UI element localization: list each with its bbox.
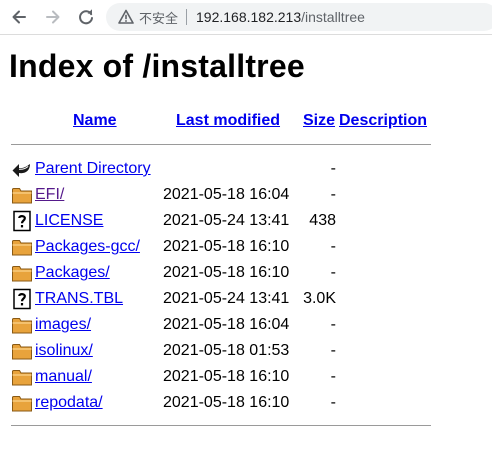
- entry-last-modified: 2021-05-18 16:04: [163, 186, 290, 203]
- entry-size: -: [330, 160, 336, 177]
- security-label[interactable]: 不安全: [139, 8, 178, 27]
- entry-link[interactable]: EFI/: [35, 185, 64, 205]
- entry-last-modified: 2021-05-18 16:10: [163, 368, 290, 385]
- forward-button[interactable]: [41, 5, 65, 29]
- entry-link[interactable]: repodata/: [35, 393, 103, 413]
- warning-icon[interactable]: [118, 9, 134, 25]
- folder-icon[interactable]: [11, 392, 33, 414]
- entry-last-modified: 2021-05-24 13:41: [163, 290, 290, 307]
- top-divider: [11, 144, 431, 145]
- url-path[interactable]: /installtree: [301, 9, 365, 25]
- entry-link[interactable]: Parent Directory: [35, 159, 151, 179]
- entry-last-modified: 2021-05-18 01:53: [163, 342, 290, 359]
- back-button[interactable]: [7, 5, 31, 29]
- listing-row: Packages-gcc/2021-05-18 16:10 -: [0, 234, 492, 260]
- folder-icon[interactable]: [11, 262, 33, 284]
- listing-row: Packages/2021-05-18 16:10 -: [0, 260, 492, 286]
- entry-link[interactable]: Packages/: [35, 263, 110, 283]
- browser-toolbar: 不安全 192.168.182.213/installtree: [0, 0, 492, 35]
- entry-size: 438: [309, 212, 336, 229]
- forward-icon: [46, 10, 60, 24]
- entry-last-modified: 2021-05-18 16:10: [163, 264, 290, 281]
- listing-row: repodata/2021-05-18 16:10 -: [0, 390, 492, 416]
- entry-size: -: [330, 264, 336, 281]
- column-header-name[interactable]: Name: [73, 111, 117, 131]
- listing-row: TRANS.TBL 2021-05-24 13:41 3.0K: [0, 286, 492, 312]
- address-bar[interactable]: 不安全 192.168.182.213/installtree: [106, 3, 492, 31]
- folder-icon[interactable]: [11, 340, 33, 362]
- unknown-file-icon[interactable]: [11, 210, 33, 232]
- column-header-last-modified[interactable]: Last modified: [176, 111, 280, 131]
- entry-size: -: [330, 342, 336, 359]
- entry-link[interactable]: TRANS.TBL: [35, 289, 123, 309]
- entry-last-modified: 2021-05-18 16:10: [163, 394, 290, 411]
- entry-link[interactable]: manual/: [35, 367, 92, 387]
- page-title: Index of /installtree: [9, 48, 305, 84]
- url-host[interactable]: 192.168.182.213: [196, 9, 301, 25]
- entry-last-modified: 2021-05-24 13:41: [163, 212, 290, 229]
- listing-row: manual/2021-05-18 16:10 -: [0, 364, 492, 390]
- entry-size: -: [330, 368, 336, 385]
- reload-button[interactable]: [74, 5, 98, 29]
- entry-size: 3.0K: [303, 290, 336, 307]
- folder-icon[interactable]: [11, 366, 33, 388]
- listing-row: images/2021-05-18 16:04 -: [0, 312, 492, 338]
- entry-link[interactable]: Packages-gcc/: [35, 237, 140, 257]
- entry-size: -: [330, 394, 336, 411]
- entry-link[interactable]: images/: [35, 315, 91, 335]
- entry-link[interactable]: LICENSE: [35, 211, 103, 231]
- column-header-size[interactable]: Size: [303, 111, 335, 131]
- entry-size: -: [330, 238, 336, 255]
- entry-last-modified: 2021-05-18 16:04: [163, 316, 290, 333]
- folder-icon[interactable]: [11, 314, 33, 336]
- listing-row: LICENSE 2021-05-24 13:41 438: [0, 208, 492, 234]
- address-separator: [186, 9, 188, 25]
- reload-icon: [79, 9, 93, 25]
- unknown-file-icon[interactable]: [11, 288, 33, 310]
- listing-row: EFI/2021-05-18 16:04 -: [0, 182, 492, 208]
- column-header-description[interactable]: Description: [339, 111, 427, 131]
- entry-size: -: [330, 316, 336, 333]
- entry-last-modified: 2021-05-18 16:10: [163, 238, 290, 255]
- folder-icon[interactable]: [11, 236, 33, 258]
- listing-row: Parent Directory -: [0, 156, 492, 182]
- entry-link[interactable]: isolinux/: [35, 341, 93, 361]
- folder-icon[interactable]: [11, 184, 33, 206]
- entry-size: -: [330, 186, 336, 203]
- back-arrow-icon[interactable]: [11, 158, 33, 180]
- bottom-divider: [11, 425, 431, 426]
- listing-row: isolinux/2021-05-18 01:53 -: [0, 338, 492, 364]
- back-icon: [12, 10, 26, 24]
